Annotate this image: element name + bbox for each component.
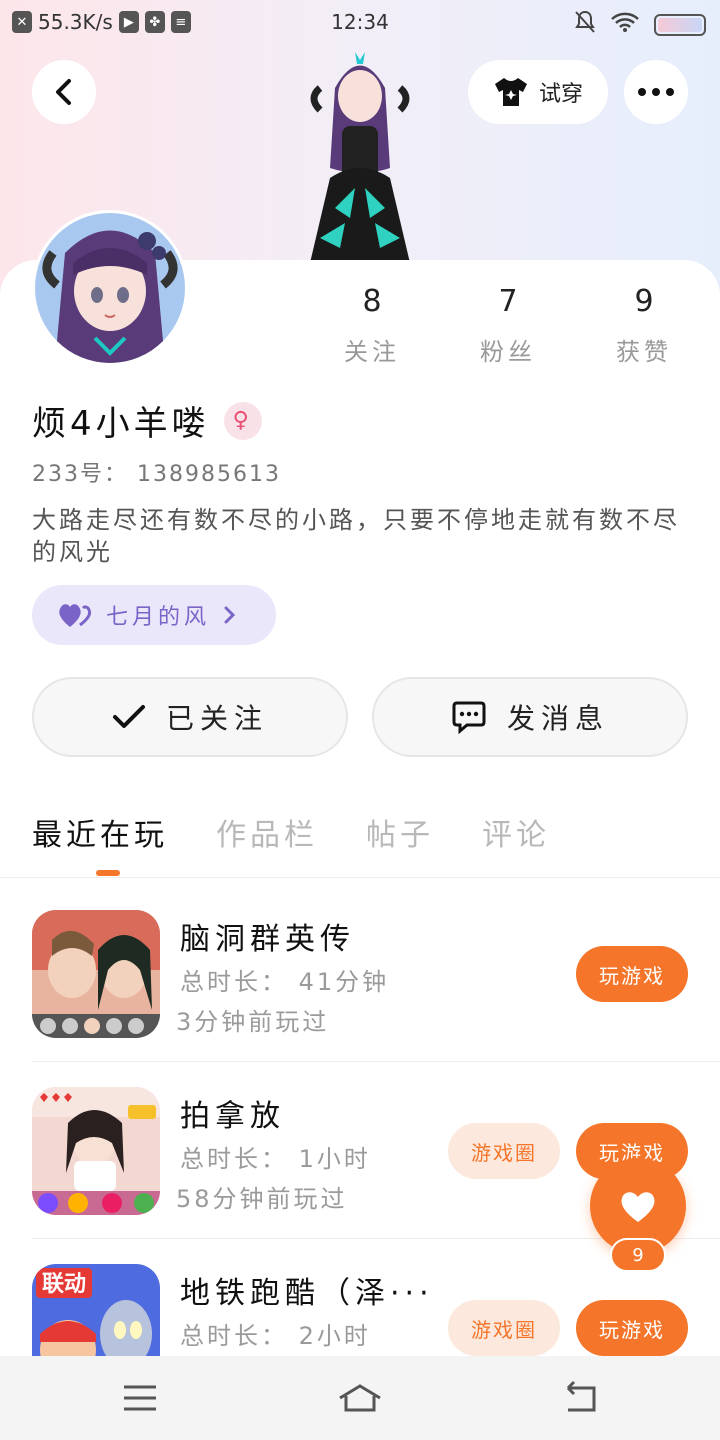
game-name: 地铁跑酷（泽···: [180, 1276, 434, 1311]
stat-followers-label: 粉丝: [480, 338, 536, 366]
stat-likes-label: 获赞: [616, 338, 672, 366]
system-nav-bar: [0, 1356, 720, 1440]
tab-works[interactable]: 作品栏: [216, 810, 318, 854]
avatar-figure: [280, 48, 440, 268]
active-tab-indicator: [96, 870, 120, 876]
heart-icon: [59, 604, 92, 627]
game-circle-button[interactable]: 游戏圈: [448, 1123, 560, 1179]
user-id: 233号： 138985613: [32, 462, 281, 487]
profile-name: 烦4小羊喽: [32, 404, 210, 444]
following-label: 已关注: [165, 702, 268, 735]
tab-posts[interactable]: 帖子: [366, 810, 434, 854]
shirt-icon: [494, 78, 527, 106]
like-count-badge: 9: [610, 1238, 666, 1272]
stat-likes[interactable]: 9 获赞: [584, 282, 704, 367]
battery-icon: [654, 13, 706, 36]
stat-likes-count: 9: [634, 284, 654, 319]
heart-icon: [621, 1192, 655, 1222]
more-button[interactable]: [624, 60, 688, 124]
chat-icon: [452, 701, 486, 734]
game-last-played: 3分钟前玩过: [176, 1008, 330, 1036]
check-icon: [112, 705, 145, 728]
tab-recent-play[interactable]: 最近在玩: [32, 810, 168, 854]
game-icon-text: 联动: [42, 1272, 86, 1297]
mute-icon: [574, 10, 596, 39]
relationship-tag-label: 七月的风: [106, 605, 211, 630]
home-icon[interactable]: [336, 1378, 384, 1418]
more-dots-icon: [638, 88, 674, 96]
stat-following-label: 关注: [344, 338, 400, 366]
game-circle-button[interactable]: 游戏圈: [448, 1300, 560, 1356]
game-name: 拍拿放: [180, 1099, 285, 1134]
status-bar: ✕ 55.3K/s ▶ ✤ ≡ 12:34: [0, 0, 720, 46]
user-bio: 大路走尽还有数不尽的小路，只要不停地走就有数不尽的风光: [32, 506, 680, 566]
content-tabs: 最近在玩 作品栏 帖子 评论: [32, 810, 550, 854]
game-duration: 总时长： 1小时: [180, 1145, 371, 1173]
game-name: 脑洞群英传: [180, 922, 355, 957]
try-on-label: 试穿: [538, 82, 583, 107]
stat-following-count: 8: [362, 284, 382, 319]
wifi-icon: [610, 11, 640, 38]
play-game-button[interactable]: 玩游戏: [576, 946, 688, 1002]
avatar[interactable]: [32, 210, 188, 366]
chevron-left-icon: [56, 79, 71, 105]
message-label: 发消息: [506, 702, 609, 735]
following-button[interactable]: 已关注: [32, 677, 348, 757]
play-game-button[interactable]: 玩游戏: [576, 1300, 688, 1356]
relationship-tag[interactable]: 七月的风: [32, 585, 276, 645]
game-duration: 总时长： 2小时: [180, 1322, 371, 1350]
game-icon: [32, 910, 160, 1038]
menu-icon[interactable]: [120, 1378, 160, 1418]
back-nav-icon[interactable]: [560, 1378, 600, 1418]
profile-name-row: 烦4小羊喽 ♀: [32, 396, 262, 445]
tab-comments[interactable]: 评论: [482, 810, 550, 854]
try-on-button[interactable]: 试穿: [468, 60, 608, 124]
female-icon: ♀: [223, 401, 262, 440]
game-last-played: 58分钟前玩过: [176, 1185, 348, 1213]
game-icon: [32, 1087, 160, 1215]
stat-followers-count: 7: [498, 284, 518, 319]
game-duration: 总时长： 41分钟: [180, 968, 390, 996]
list-item[interactable]: 脑洞群英传 总时长： 41分钟 3分钟前玩过 玩游戏: [0, 878, 720, 1062]
stat-followers[interactable]: 7 粉丝: [448, 282, 568, 367]
message-button[interactable]: 发消息: [372, 677, 688, 757]
chevron-right-icon: [224, 606, 236, 624]
back-button[interactable]: [32, 60, 96, 124]
stat-following[interactable]: 8 关注: [312, 282, 432, 367]
